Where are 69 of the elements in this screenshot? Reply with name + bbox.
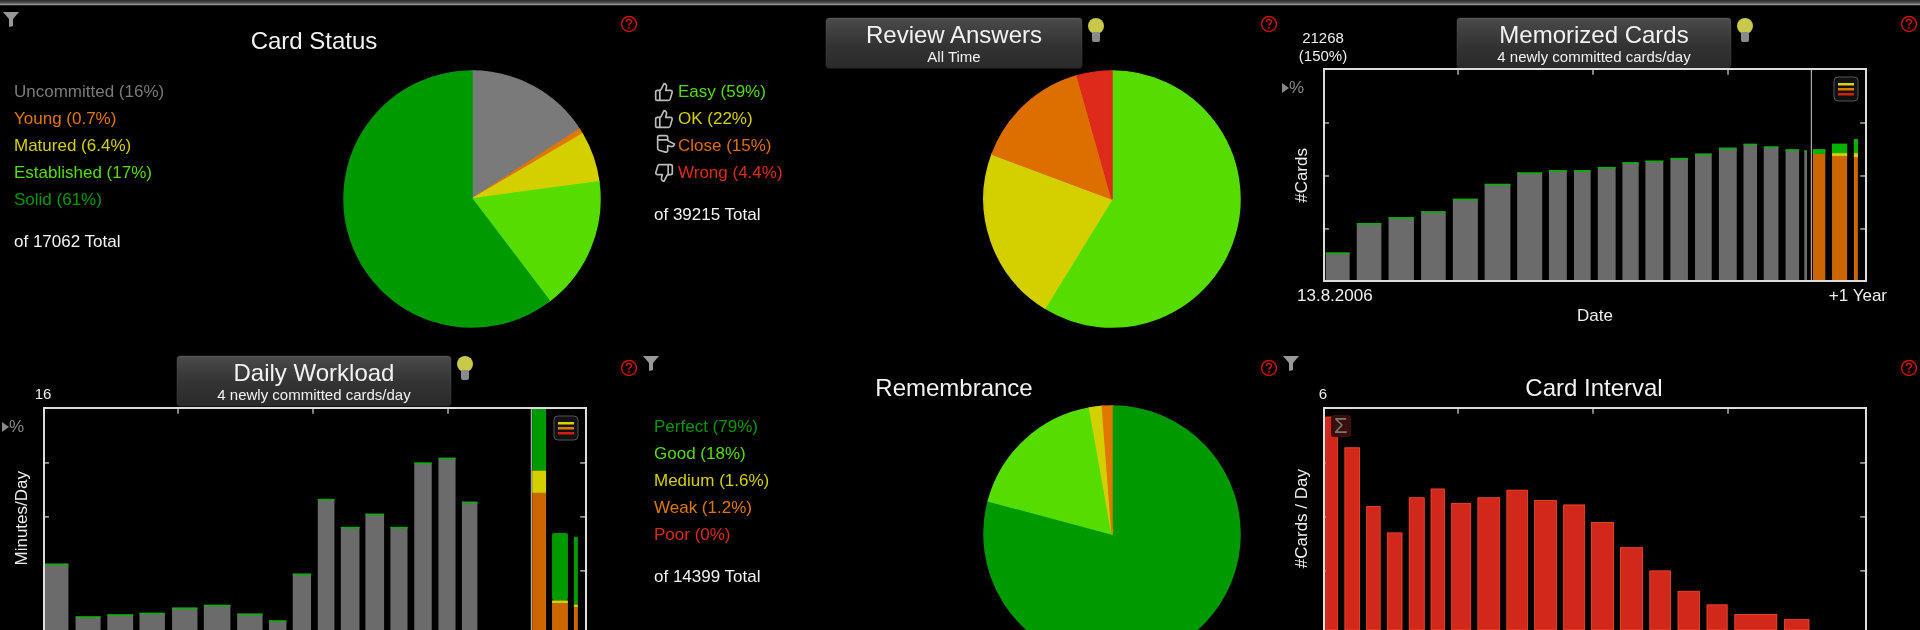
legend-label: Close (15%) bbox=[678, 135, 772, 156]
total-count: of 17062 Total bbox=[14, 232, 122, 252]
legend-label: Solid (61%) bbox=[14, 189, 102, 210]
bar bbox=[203, 604, 231, 630]
bar bbox=[139, 612, 165, 630]
bar bbox=[292, 573, 312, 630]
bar bbox=[1706, 604, 1728, 630]
chart-title-button[interactable]: Memorized Cards 4 newly committed cards/day bbox=[1456, 17, 1732, 69]
help-icon[interactable] bbox=[1900, 359, 1918, 377]
legend-label: Weak (1.2%) bbox=[654, 497, 752, 518]
legend-label: Medium (1.6%) bbox=[654, 470, 770, 491]
total-count: of 39215 Total bbox=[654, 205, 762, 225]
chart-title-button[interactable]: Review Answers All Time bbox=[824, 17, 1084, 69]
legend-icon[interactable] bbox=[553, 415, 579, 441]
legend-icon[interactable] bbox=[1833, 76, 1859, 102]
y-axis-label: #Cards bbox=[1291, 147, 1312, 203]
help-icon[interactable] bbox=[1900, 15, 1918, 33]
legend-label: OK (22%) bbox=[678, 108, 753, 129]
legend-label: Easy (59%) bbox=[678, 81, 766, 102]
legend-label: Established (17%) bbox=[14, 162, 152, 183]
bar bbox=[1388, 217, 1414, 280]
bar bbox=[1784, 619, 1810, 630]
sum-toggle[interactable]: Σ bbox=[1331, 415, 1351, 437]
lightbulb-icon[interactable] bbox=[1087, 17, 1106, 45]
bar bbox=[1356, 223, 1382, 280]
x-axis-start: 13.8.2006 bbox=[1297, 286, 1373, 306]
bar bbox=[1325, 252, 1350, 280]
help-icon[interactable] bbox=[1260, 359, 1278, 377]
legend-label: Matured (6.4%) bbox=[14, 135, 132, 156]
x-axis-end: +1 Year bbox=[1828, 286, 1887, 306]
lightbulb-icon[interactable] bbox=[1735, 17, 1754, 45]
x-axis-label: Date bbox=[1577, 306, 1613, 326]
bar bbox=[107, 614, 134, 630]
y-axis-label: Minutes/Day bbox=[11, 471, 32, 566]
help-icon[interactable] bbox=[1260, 15, 1278, 33]
legend-label: Uncommitted (16%) bbox=[14, 81, 165, 102]
y-axis-label: #Cards / Day bbox=[1291, 468, 1312, 569]
legend-label: Good (18%) bbox=[654, 443, 746, 464]
bar bbox=[45, 563, 69, 630]
bar bbox=[1649, 570, 1671, 630]
bar bbox=[237, 613, 263, 630]
bar bbox=[268, 620, 287, 630]
filter-icon[interactable] bbox=[1282, 354, 1300, 372]
bar bbox=[1421, 211, 1446, 280]
filter-icon[interactable] bbox=[2, 10, 20, 28]
help-icon[interactable] bbox=[620, 359, 638, 377]
triangle-icon bbox=[1282, 83, 1289, 93]
bar bbox=[1734, 614, 1778, 630]
total-count: of 14399 Total bbox=[654, 567, 762, 587]
bar bbox=[172, 607, 198, 630]
chart-title: Card Interval bbox=[1525, 373, 1663, 403]
filter-icon[interactable] bbox=[642, 354, 660, 372]
lightbulb-icon[interactable] bbox=[455, 355, 474, 383]
chart-title-button[interactable]: Daily Workload 4 newly committed cards/day bbox=[176, 355, 452, 407]
chart-title: Card Status bbox=[250, 26, 378, 56]
percent-toggle[interactable]: % bbox=[1282, 78, 1305, 98]
legend-label: Young (0.7%) bbox=[14, 108, 117, 129]
legend-label: Wrong (4.4%) bbox=[678, 162, 783, 183]
axis-max-label: 6 bbox=[1317, 385, 1329, 403]
chart-title: Remembrance bbox=[875, 373, 1033, 403]
triangle-icon bbox=[2, 422, 9, 432]
legend-label: Poor (0%) bbox=[654, 524, 731, 545]
axis-max-label: 16 bbox=[33, 385, 53, 403]
bar bbox=[75, 616, 101, 630]
legend-label: Perfect (79%) bbox=[654, 416, 758, 437]
percent-toggle[interactable]: % bbox=[2, 417, 25, 437]
axis-max-label: 21268 (150%) bbox=[1297, 29, 1349, 65]
help-icon[interactable] bbox=[620, 15, 638, 33]
bar bbox=[1677, 590, 1700, 630]
